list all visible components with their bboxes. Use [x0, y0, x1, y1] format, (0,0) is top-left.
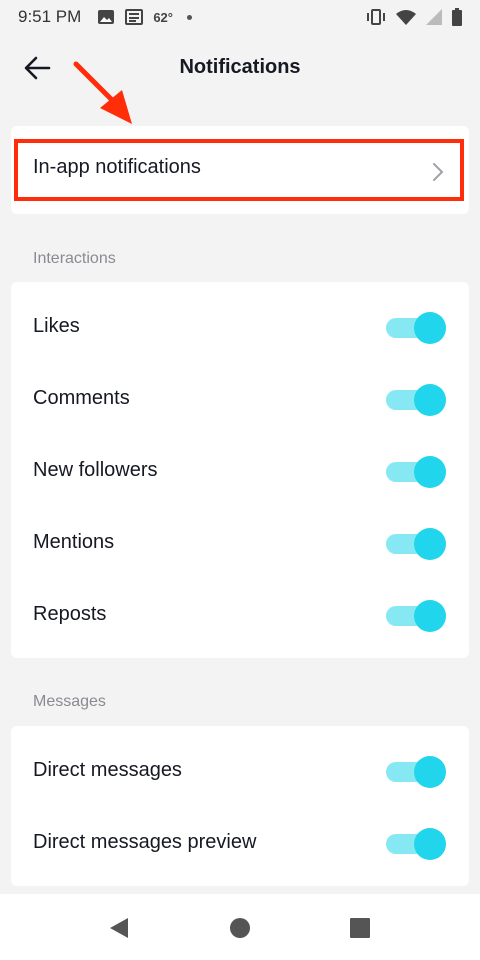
- status-time: 9:51 PM: [18, 7, 82, 26]
- battery-icon: [452, 8, 462, 26]
- status-bar: 9:51 PM 62°: [0, 0, 480, 34]
- messages-card: Direct messages Direct messages preview: [11, 726, 469, 886]
- section-label-messages: Messages: [33, 693, 106, 710]
- signal-icon: [426, 9, 442, 25]
- setting-label: New followers: [33, 458, 158, 481]
- mentions-toggle[interactable]: [386, 526, 446, 560]
- annotation-highlight-box: [14, 139, 464, 201]
- photo-icon: [97, 9, 115, 25]
- nav-recents-icon[interactable]: [349, 916, 371, 945]
- reposts-toggle[interactable]: [386, 598, 446, 632]
- direct-messages-preview-toggle[interactable]: [386, 826, 446, 860]
- setting-label: Mentions: [33, 530, 115, 553]
- setting-label: Direct messages preview: [33, 830, 257, 853]
- section-label-interactions: Interactions: [33, 250, 116, 267]
- system-nav-bar: [0, 894, 480, 960]
- news-icon: [125, 9, 144, 25]
- vibrate-icon: [366, 9, 386, 25]
- setting-label: Direct messages: [33, 758, 182, 781]
- setting-label: Reposts: [33, 602, 107, 625]
- setting-label: Likes: [33, 314, 80, 337]
- temperature-icon: 62°: [153, 9, 173, 25]
- comments-toggle[interactable]: [386, 382, 446, 416]
- annotation-arrow-icon: [73, 61, 132, 124]
- nav-back-icon[interactable]: [108, 916, 130, 945]
- dot-icon: [186, 14, 192, 20]
- new-followers-toggle[interactable]: [386, 454, 446, 488]
- setting-label: Comments: [33, 386, 130, 409]
- direct-messages-toggle[interactable]: [386, 754, 446, 788]
- wifi-icon: [396, 9, 416, 25]
- likes-toggle[interactable]: [386, 310, 446, 344]
- nav-home-icon[interactable]: [229, 916, 251, 945]
